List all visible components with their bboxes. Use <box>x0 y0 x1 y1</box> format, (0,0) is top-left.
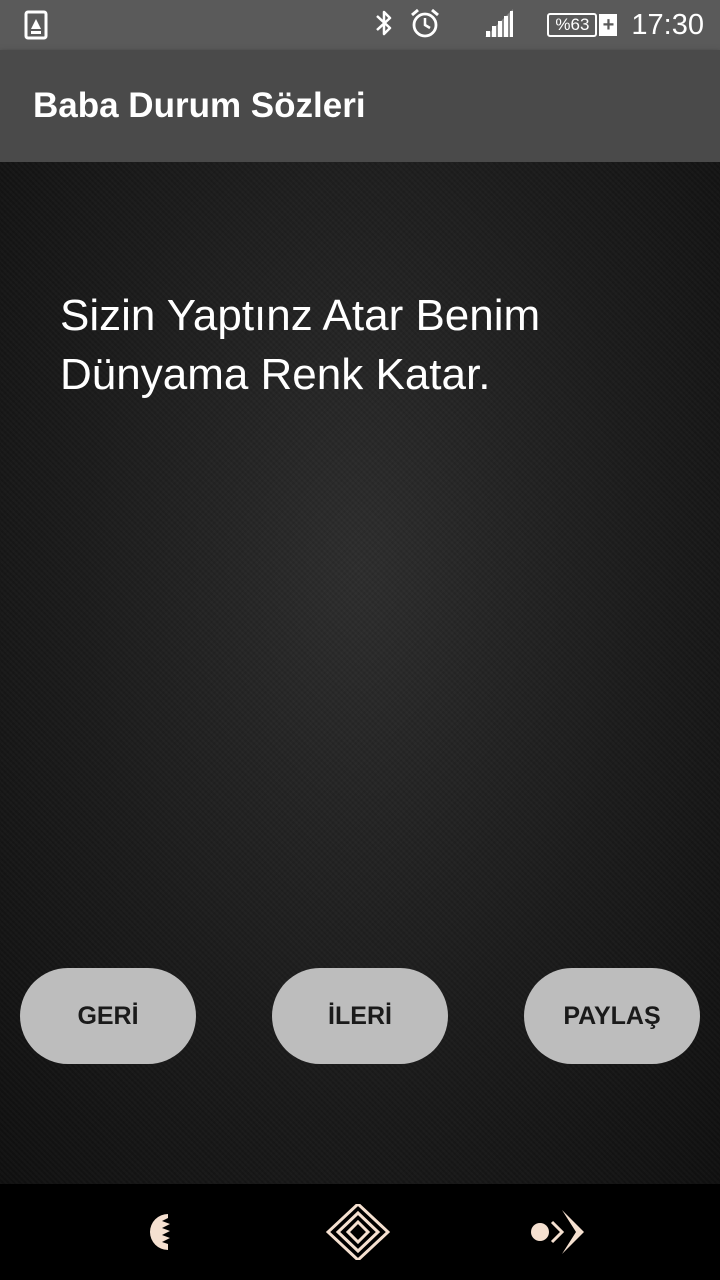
download-notification-icon <box>24 10 48 44</box>
status-bar: %63 + 17:30 <box>0 0 720 50</box>
battery-icon: %63 + <box>547 13 618 37</box>
signal-icon <box>483 8 515 42</box>
recents-icon[interactable] <box>528 1204 588 1264</box>
home-icon[interactable] <box>325 1201 391 1264</box>
navigation-bar <box>0 1184 720 1280</box>
next-button[interactable]: İLERİ <box>272 968 448 1064</box>
content-area: Sizin Yaptınz Atar Benim Dünyama Renk Ka… <box>0 162 720 1184</box>
back-button[interactable]: GERİ <box>20 968 196 1064</box>
app-title: Baba Durum Sözleri <box>33 86 366 125</box>
share-button[interactable]: PAYLAŞ <box>524 968 700 1064</box>
back-icon[interactable] <box>140 1204 180 1264</box>
battery-level: %63 <box>547 13 598 37</box>
quote-text: Sizin Yaptınz Atar Benim Dünyama Renk Ka… <box>60 291 541 399</box>
charging-indicator: + <box>599 14 618 36</box>
bluetooth-icon <box>373 8 395 42</box>
status-time: 17:30 <box>631 8 704 41</box>
alarm-icon <box>409 7 441 43</box>
app-bar: Baba Durum Sözleri <box>0 50 720 162</box>
